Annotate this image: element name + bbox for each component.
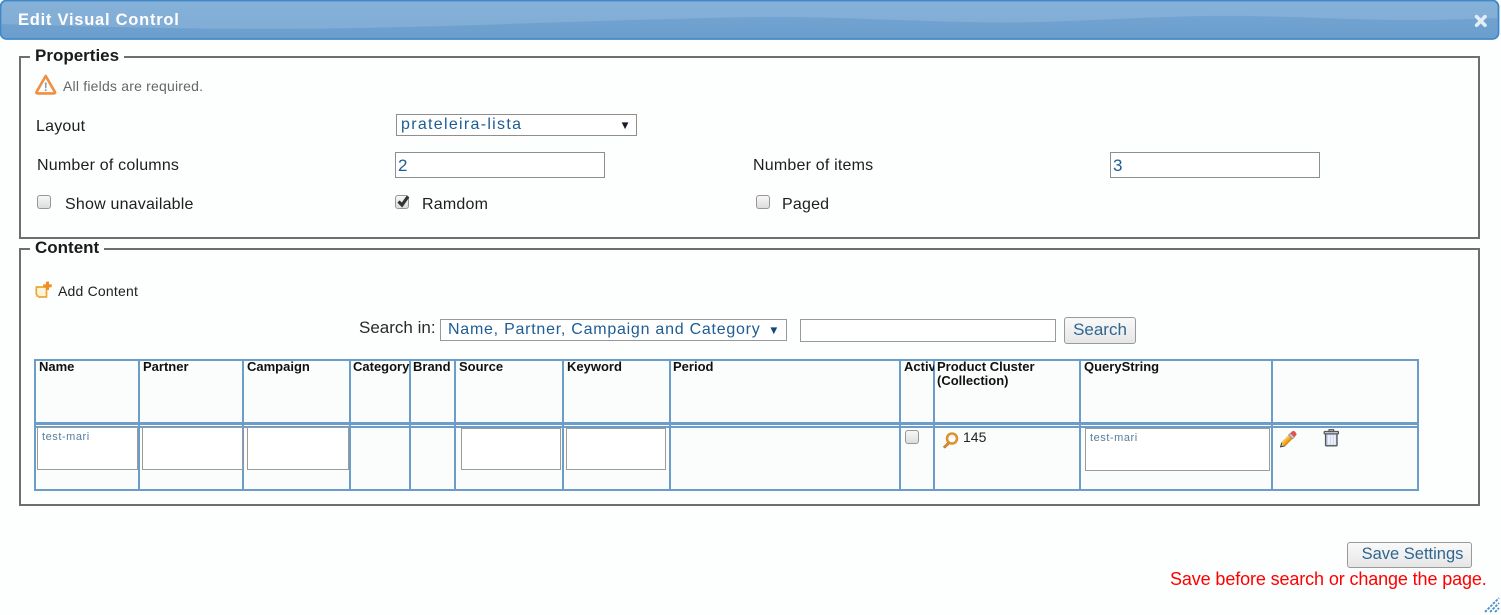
svg-text:!: ! [44, 80, 48, 94]
